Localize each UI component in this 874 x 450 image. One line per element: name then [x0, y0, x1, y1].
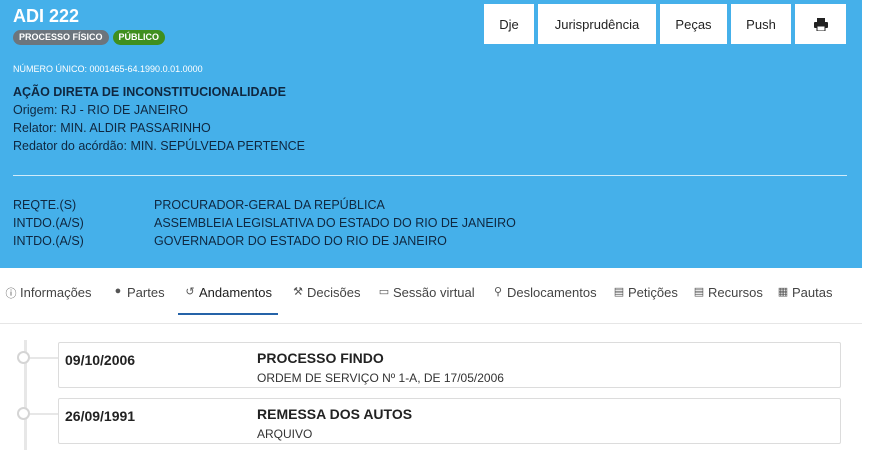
tab-andamentos[interactable]: ↺ Andamentos — [178, 285, 278, 315]
tab-label: Deslocamentos — [507, 285, 597, 300]
print-icon — [813, 17, 828, 31]
parte-tipo: INTDO.(A/S) — [13, 216, 84, 230]
parte-tipo: REQTE.(S) — [13, 198, 77, 212]
tab-label: Partes — [127, 285, 165, 300]
parte-row: REQTE.(S) PROCURADOR-GERAL DA REPÚBLICA — [13, 198, 385, 212]
tab-label: Petições — [628, 285, 678, 300]
tabs-divider — [0, 323, 862, 324]
calendar-icon: ▦ — [777, 286, 789, 298]
badge-processo-fisico: PROCESSO FÍSICO — [13, 30, 109, 45]
numero-unico: NÚMERO ÚNICO: 0001465-64.1990.0.01.0000 — [13, 64, 203, 74]
parte-row: INTDO.(A/S) ASSEMBLEIA LEGISLATIVA DO ES… — [13, 216, 516, 230]
badge-publico: PÚBLICO — [112, 30, 166, 45]
tab-label: Sessão virtual — [393, 285, 475, 300]
print-button[interactable] — [795, 4, 846, 44]
andamento-description: ARQUIVO — [257, 427, 313, 441]
tab-informacoes[interactable]: ⓘ Informações — [5, 285, 92, 315]
pecas-button[interactable]: Peças — [660, 4, 727, 44]
timeline-dot — [17, 407, 30, 420]
gavel-icon: ⚒ — [293, 286, 303, 298]
parte-nome: PROCURADOR-GERAL DA REPÚBLICA — [154, 198, 385, 212]
parte-nome: GOVERNADOR DO ESTADO DO RIO DE JANEIRO — [154, 234, 447, 248]
file-pdf-icon: ▤ — [613, 286, 625, 298]
andamento-title: REMESSA DOS AUTOS — [257, 406, 413, 422]
timeline-connector — [30, 357, 58, 359]
redator: Redator do acórdão: MIN. SEPÚLVEDA PERTE… — [13, 139, 306, 153]
andamento-item: 09/10/2006 PROCESSO FINDO ORDEM DE SERVI… — [58, 342, 841, 388]
origem: Origem: RJ - RIO DE JANEIRO — [13, 103, 189, 117]
info-circle-icon: ⓘ — [5, 288, 17, 300]
tab-deslocamentos[interactable]: ⚲ Deslocamentos — [492, 285, 597, 315]
file-text-icon: ▤ — [693, 286, 705, 298]
tab-decisoes[interactable]: ⚒ Decisões — [292, 285, 360, 315]
header-divider — [13, 175, 847, 176]
jurisprudencia-button[interactable]: Jurisprudência — [538, 4, 656, 44]
process-header: ADI 222 PROCESSO FÍSICO PÚBLICO Dje Juri… — [0, 0, 862, 268]
andamento-date: 26/09/1991 — [65, 408, 136, 424]
andamento-title: PROCESSO FINDO — [257, 350, 384, 366]
users-icon: ● — [114, 285, 122, 297]
timeline-connector — [30, 413, 58, 415]
parte-nome: ASSEMBLEIA LEGISLATIVA DO ESTADO DO RIO … — [154, 216, 516, 230]
tab-recursos[interactable]: ▤ Recursos — [693, 285, 763, 315]
push-button[interactable]: Push — [731, 4, 791, 44]
andamento-description: ORDEM DE SERVIÇO Nº 1-A, DE 17/05/2006 — [257, 371, 504, 385]
tab-sessao-virtual[interactable]: ▭ Sessão virtual — [378, 285, 475, 315]
map-marker-icon: ⚲ — [493, 286, 503, 298]
header-actions: Dje Jurisprudência Peças Push — [484, 4, 846, 44]
badge-group: PROCESSO FÍSICO PÚBLICO — [13, 30, 166, 45]
tab-label: Pautas — [792, 285, 833, 300]
tab-label: Informações — [20, 285, 92, 300]
andamento-date: 09/10/2006 — [65, 352, 136, 368]
tab-label: Andamentos — [199, 285, 272, 300]
timeline-dot — [17, 351, 30, 364]
parte-tipo: INTDO.(A/S) — [13, 234, 84, 248]
tab-label: Recursos — [708, 285, 763, 300]
tab-label: Decisões — [307, 285, 361, 300]
relator: Relator: MIN. ALDIR PASSARINHO — [13, 121, 211, 135]
tab-peticoes[interactable]: ▤ Petições — [613, 285, 678, 315]
dje-button[interactable]: Dje — [484, 4, 534, 44]
andamento-item: 26/09/1991 REMESSA DOS AUTOS ARQUIVO — [58, 398, 841, 444]
history-icon: ↺ — [185, 286, 195, 298]
process-title: ADI 222 — [13, 6, 80, 26]
monitor-icon: ▭ — [378, 286, 390, 298]
tab-partes[interactable]: ● Partes — [112, 285, 165, 315]
tab-pautas[interactable]: ▦ Pautas — [777, 285, 833, 315]
classe-processual: AÇÃO DIRETA DE INCONSTITUCIONALIDADE — [13, 85, 286, 99]
parte-row: INTDO.(A/S) GOVERNADOR DO ESTADO DO RIO … — [13, 234, 447, 248]
process-tabs: ⓘ Informações ● Partes ↺ Andamentos ⚒ De… — [0, 285, 874, 315]
